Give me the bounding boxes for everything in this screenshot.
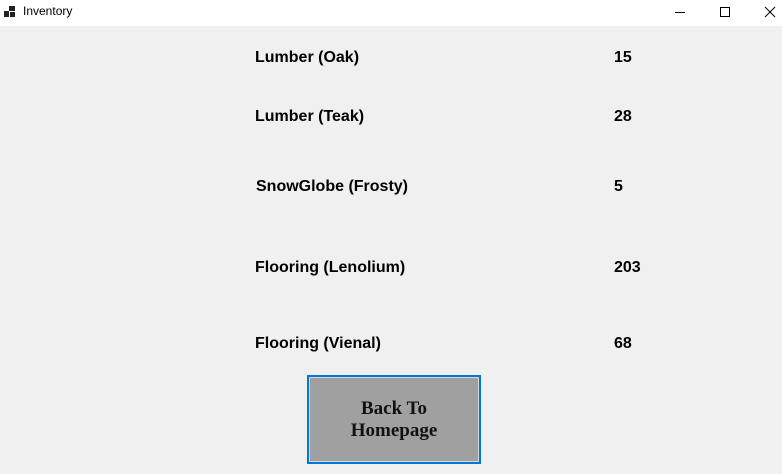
maximize-button[interactable] bbox=[703, 0, 747, 24]
item-name-flooring-vienal: Flooring (Vienal) bbox=[255, 335, 381, 352]
item-quantity-flooring-vienal: 68 bbox=[614, 335, 632, 352]
close-button[interactable] bbox=[748, 0, 782, 24]
item-quantity-flooring-lenolium: 203 bbox=[614, 259, 641, 276]
close-icon bbox=[764, 6, 776, 18]
item-quantity-lumber-oak: 15 bbox=[614, 49, 632, 66]
back-button-label: Back To Homepage bbox=[350, 397, 438, 441]
title-bar[interactable]: Inventory bbox=[0, 0, 782, 26]
item-name-lumber-teak: Lumber (Teak) bbox=[255, 108, 365, 125]
item-quantity-lumber-teak: 28 bbox=[614, 108, 632, 125]
item-name-lumber-oak: Lumber (Oak) bbox=[255, 49, 360, 66]
item-quantity-snowglobe-frosty: 5 bbox=[614, 178, 623, 195]
back-to-homepage-button[interactable]: Back To Homepage bbox=[307, 375, 481, 464]
minimize-icon bbox=[675, 12, 685, 13]
minimize-button[interactable] bbox=[658, 0, 702, 24]
inventory-window: Inventory Lumber (Oak) 15 Lumber (Teak) … bbox=[0, 0, 782, 474]
item-name-snowglobe-frosty: SnowGlobe (Frosty) bbox=[256, 178, 408, 195]
window-app-icon bbox=[4, 6, 15, 17]
maximize-icon bbox=[720, 7, 730, 17]
window-title: Inventory bbox=[23, 4, 73, 18]
item-name-flooring-lenolium: Flooring (Lenolium) bbox=[255, 259, 406, 276]
